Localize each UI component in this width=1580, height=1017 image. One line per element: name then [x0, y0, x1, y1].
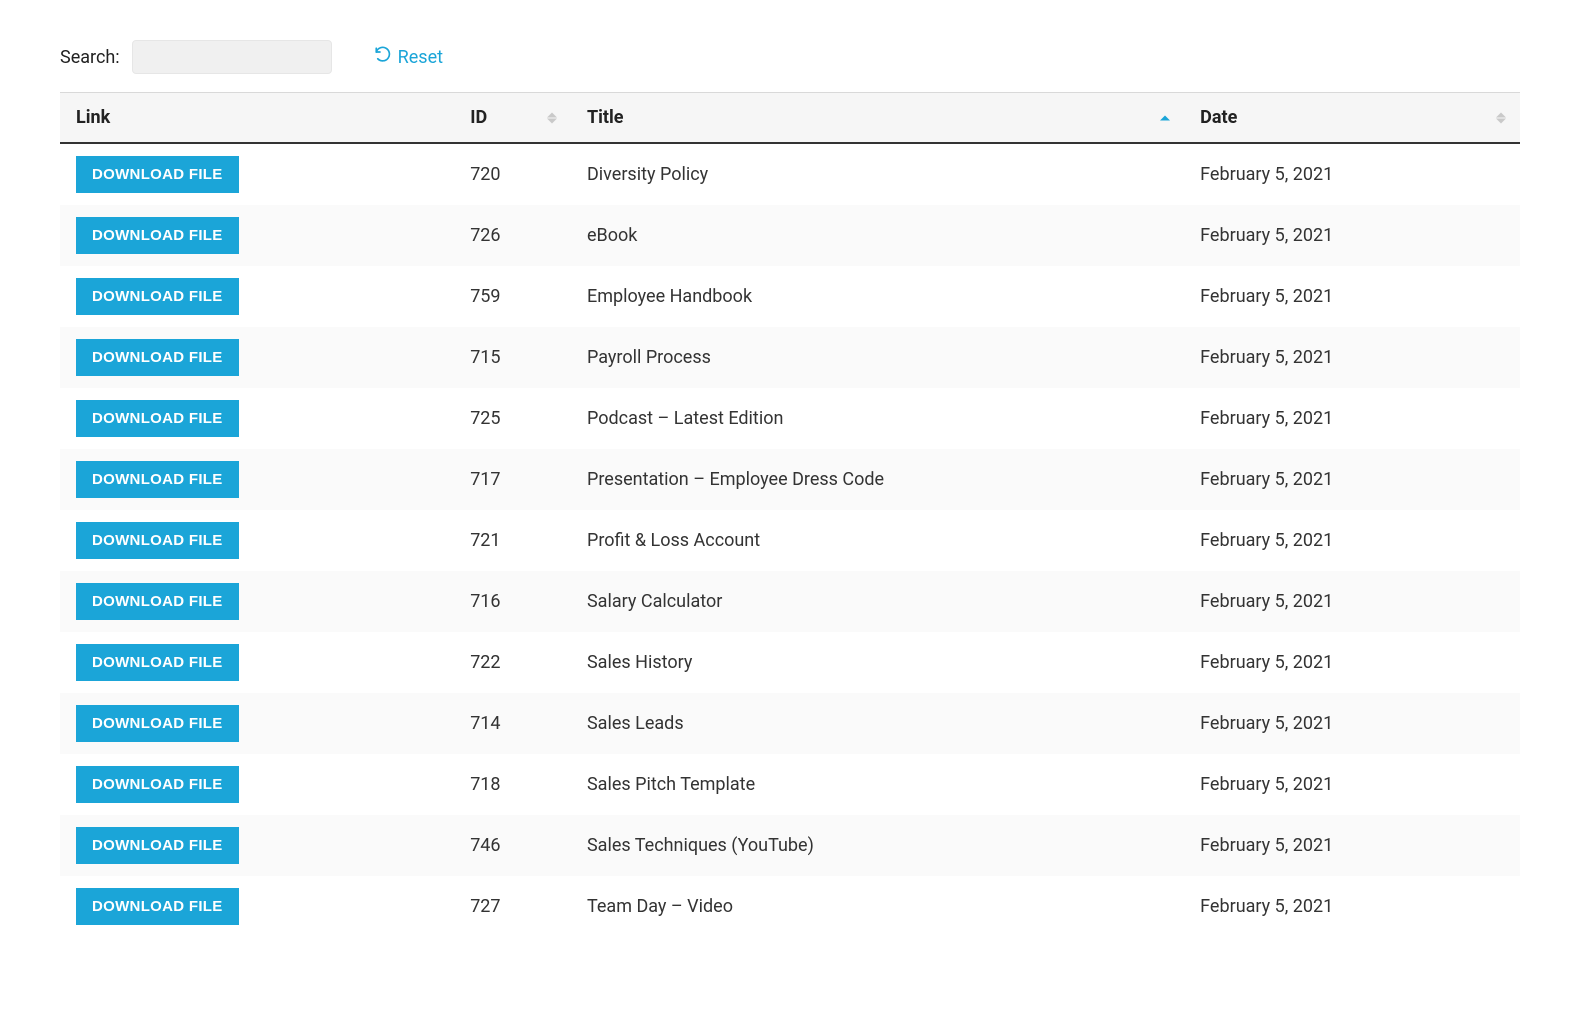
cell-date: February 5, 2021 [1184, 510, 1520, 571]
download-button[interactable]: DOWNLOAD FILE [76, 339, 239, 376]
download-button[interactable]: DOWNLOAD FILE [76, 766, 239, 803]
cell-id: 726 [454, 205, 571, 266]
sort-icon [547, 112, 557, 123]
download-button[interactable]: DOWNLOAD FILE [76, 461, 239, 498]
cell-title: Profit & Loss Account [571, 510, 1184, 571]
cell-date: February 5, 2021 [1184, 754, 1520, 815]
cell-id: 725 [454, 388, 571, 449]
cell-link: DOWNLOAD FILE [60, 693, 454, 754]
cell-link: DOWNLOAD FILE [60, 632, 454, 693]
download-button[interactable]: DOWNLOAD FILE [76, 888, 239, 925]
cell-date: February 5, 2021 [1184, 266, 1520, 327]
cell-date: February 5, 2021 [1184, 143, 1520, 205]
cell-title: Salary Calculator [571, 571, 1184, 632]
search-row: Search: Reset [60, 40, 1520, 74]
cell-id: 714 [454, 693, 571, 754]
cell-title: Sales History [571, 632, 1184, 693]
cell-date: February 5, 2021 [1184, 327, 1520, 388]
column-header-link[interactable]: Link [60, 93, 454, 144]
download-button[interactable]: DOWNLOAD FILE [76, 522, 239, 559]
cell-date: February 5, 2021 [1184, 815, 1520, 876]
column-header-id[interactable]: ID [454, 93, 571, 144]
undo-icon [374, 46, 392, 69]
table-row: DOWNLOAD FILE 727Team Day – VideoFebruary… [60, 876, 1520, 937]
cell-id: 720 [454, 143, 571, 205]
cell-link: DOWNLOAD FILE [60, 327, 454, 388]
table-row: DOWNLOAD FILE 746Sales Techniques (YouTub… [60, 815, 1520, 876]
download-button[interactable]: DOWNLOAD FILE [76, 705, 239, 742]
cell-title: Diversity Policy [571, 143, 1184, 205]
table-row: DOWNLOAD FILE 726eBookFebruary 5, 2021 [60, 205, 1520, 266]
cell-date: February 5, 2021 [1184, 388, 1520, 449]
download-button[interactable]: DOWNLOAD FILE [76, 583, 239, 620]
download-button[interactable]: DOWNLOAD FILE [76, 644, 239, 681]
cell-title: Sales Techniques (YouTube) [571, 815, 1184, 876]
cell-link: DOWNLOAD FILE [60, 143, 454, 205]
cell-id: 717 [454, 449, 571, 510]
cell-link: DOWNLOAD FILE [60, 876, 454, 937]
column-header-date[interactable]: Date [1184, 93, 1520, 144]
cell-link: DOWNLOAD FILE [60, 205, 454, 266]
reset-label: Reset [398, 47, 443, 68]
table-row: DOWNLOAD FILE 717Presentation – Employee … [60, 449, 1520, 510]
download-button[interactable]: DOWNLOAD FILE [76, 400, 239, 437]
cell-id: 716 [454, 571, 571, 632]
table-row: DOWNLOAD FILE 759Employee HandbookFebruar… [60, 266, 1520, 327]
search-label: Search: [60, 47, 120, 68]
cell-link: DOWNLOAD FILE [60, 571, 454, 632]
cell-id: 722 [454, 632, 571, 693]
cell-date: February 5, 2021 [1184, 571, 1520, 632]
cell-title: Sales Pitch Template [571, 754, 1184, 815]
table-row: DOWNLOAD FILE 722Sales HistoryFebruary 5,… [60, 632, 1520, 693]
cell-link: DOWNLOAD FILE [60, 510, 454, 571]
download-button[interactable]: DOWNLOAD FILE [76, 827, 239, 864]
table-row: DOWNLOAD FILE 714Sales LeadsFebruary 5, 2… [60, 693, 1520, 754]
sort-asc-icon [1160, 115, 1170, 120]
cell-date: February 5, 2021 [1184, 449, 1520, 510]
cell-link: DOWNLOAD FILE [60, 449, 454, 510]
cell-date: February 5, 2021 [1184, 632, 1520, 693]
download-button[interactable]: DOWNLOAD FILE [76, 278, 239, 315]
cell-id: 746 [454, 815, 571, 876]
cell-id: 718 [454, 754, 571, 815]
cell-title: Presentation – Employee Dress Code [571, 449, 1184, 510]
download-button[interactable]: DOWNLOAD FILE [76, 156, 239, 193]
cell-id: 715 [454, 327, 571, 388]
sort-icon [1496, 112, 1506, 123]
cell-title: Payroll Process [571, 327, 1184, 388]
cell-date: February 5, 2021 [1184, 205, 1520, 266]
cell-id: 721 [454, 510, 571, 571]
table-row: DOWNLOAD FILE 715Payroll ProcessFebruary … [60, 327, 1520, 388]
cell-id: 727 [454, 876, 571, 937]
download-button[interactable]: DOWNLOAD FILE [76, 217, 239, 254]
cell-link: DOWNLOAD FILE [60, 266, 454, 327]
cell-link: DOWNLOAD FILE [60, 815, 454, 876]
cell-title: Employee Handbook [571, 266, 1184, 327]
cell-date: February 5, 2021 [1184, 693, 1520, 754]
cell-id: 759 [454, 266, 571, 327]
search-input[interactable] [132, 40, 332, 74]
table-row: DOWNLOAD FILE 725Podcast – Latest Edition… [60, 388, 1520, 449]
cell-title: Team Day – Video [571, 876, 1184, 937]
table-row: DOWNLOAD FILE 716Salary CalculatorFebruar… [60, 571, 1520, 632]
cell-link: DOWNLOAD FILE [60, 754, 454, 815]
files-table: Link ID Title Date DOWNLOAD [60, 92, 1520, 937]
cell-link: DOWNLOAD FILE [60, 388, 454, 449]
column-header-title[interactable]: Title [571, 93, 1184, 144]
cell-title: eBook [571, 205, 1184, 266]
cell-title: Podcast – Latest Edition [571, 388, 1184, 449]
table-row: DOWNLOAD FILE 720Diversity PolicyFebruary… [60, 143, 1520, 205]
cell-date: February 5, 2021 [1184, 876, 1520, 937]
table-row: DOWNLOAD FILE 718Sales Pitch TemplateFebr… [60, 754, 1520, 815]
cell-title: Sales Leads [571, 693, 1184, 754]
table-row: DOWNLOAD FILE 721Profit & Loss AccountFeb… [60, 510, 1520, 571]
reset-link[interactable]: Reset [374, 46, 443, 69]
